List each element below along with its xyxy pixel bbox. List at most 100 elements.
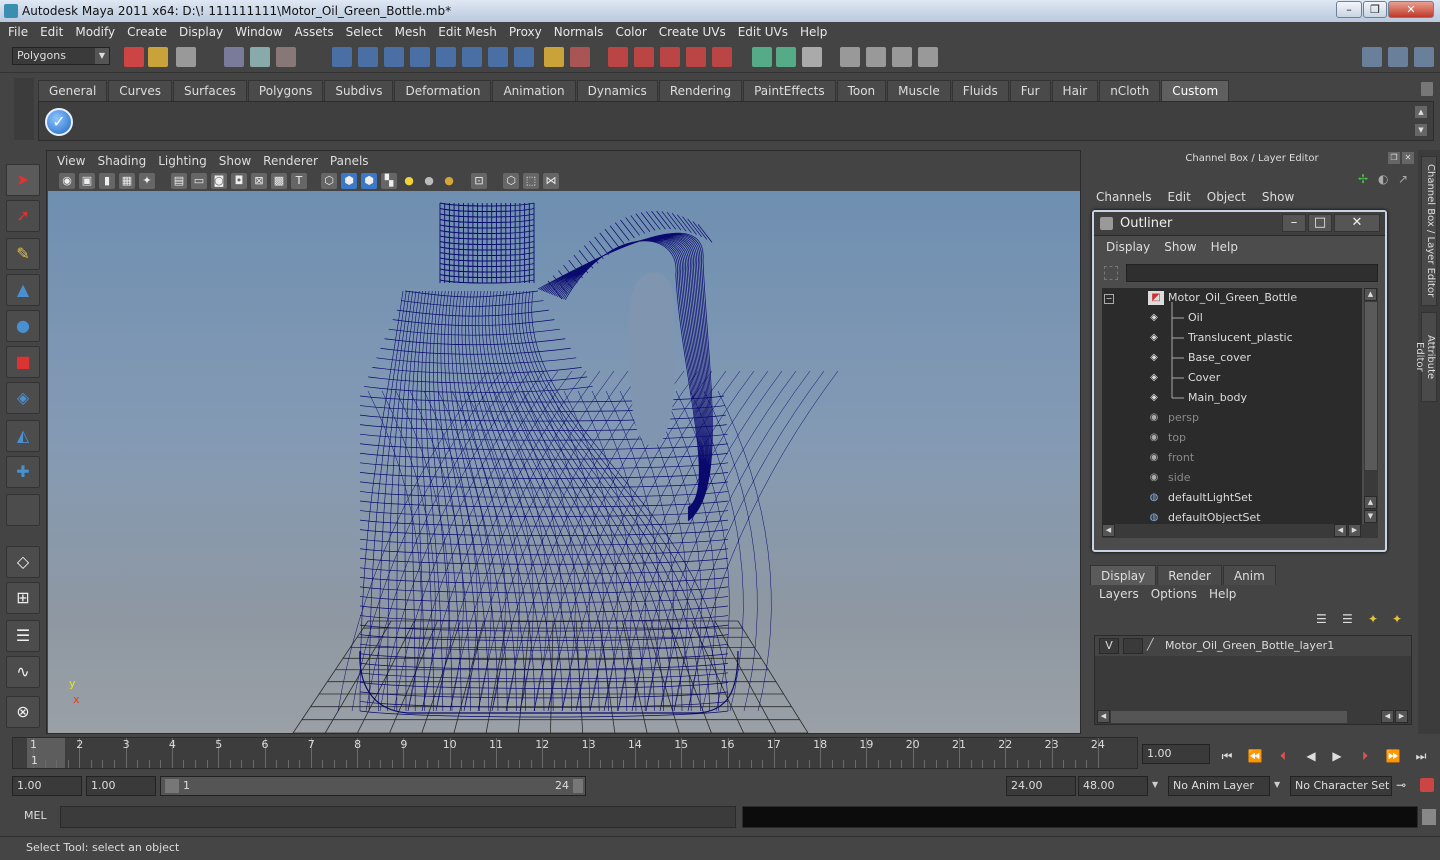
safe-title-icon[interactable]: T <box>291 173 307 189</box>
menu-select[interactable]: Select <box>342 25 391 39</box>
construction-icon[interactable] <box>488 47 508 67</box>
menu-create-uvs[interactable]: Create UVs <box>655 25 734 39</box>
layer-tab-display[interactable]: Display <box>1090 565 1157 585</box>
isolate-select-icon[interactable]: ⊡ <box>471 173 487 189</box>
scroll-left-icon[interactable]: ◀ <box>1097 710 1110 723</box>
field-chart-icon[interactable]: ⊠ <box>251 173 267 189</box>
menu-set-selector[interactable]: Polygons ▼ <box>12 47 110 65</box>
clipboard-icon[interactable] <box>802 47 822 67</box>
save-scene-icon[interactable] <box>176 47 196 67</box>
maximize-button[interactable]: ❐ <box>1363 1 1387 18</box>
move-layer-down-icon[interactable]: ☰ <box>1342 612 1358 626</box>
film-gate-icon[interactable]: ▭ <box>191 173 207 189</box>
key-icon[interactable]: ⊸ <box>1396 778 1406 792</box>
time-slider[interactable]: 1 2 3 4 5 6 7 8 9 10 11 12 13 14 15 16 17 18 19 20 21 22 23 24 … <box>12 737 1138 769</box>
end-time-field[interactable]: 48.00 <box>1078 776 1148 796</box>
open-scene-icon[interactable] <box>148 47 168 67</box>
settings-icon[interactable] <box>1414 47 1434 67</box>
shelf-tab-rendering[interactable]: Rendering <box>658 80 743 101</box>
snap-grid-icon[interactable] <box>332 47 352 67</box>
menu-normals[interactable]: Normals <box>550 25 612 39</box>
play-forwards-icon[interactable]: ▶ <box>1326 745 1348 767</box>
four-pane-layout-icon[interactable]: ⊞ <box>6 582 40 614</box>
script-editor-icon[interactable] <box>1422 809 1436 825</box>
make-live-icon[interactable] <box>436 47 456 67</box>
anim-layer-dropdown[interactable]: No Anim Layer <box>1168 776 1270 796</box>
scroll-left-icon[interactable]: ◀ <box>1381 710 1394 723</box>
outliner-item[interactable]: ◍ defaultObjectSet <box>1102 508 1362 524</box>
shelf-tab-polygons[interactable]: Polygons <box>247 80 324 101</box>
layer-editor-toggle-icon[interactable] <box>918 47 938 67</box>
selection-mask-icon[interactable] <box>570 47 590 67</box>
layer-row[interactable]: V ╱ Motor_Oil_Green_Bottle_layer1 <box>1095 636 1411 656</box>
menu-modify[interactable]: Modify <box>71 25 123 39</box>
layer-visibility-toggle[interactable]: V <box>1099 638 1119 654</box>
shadows-icon[interactable]: ● <box>441 173 457 189</box>
shelf-tab-custom[interactable]: Custom <box>1161 80 1230 101</box>
outliner-horizontal-scrollbar[interactable]: ◀ ◀ ▶ <box>1102 524 1378 538</box>
shelf-tab-dynamics[interactable]: Dynamics <box>576 80 658 101</box>
channel-menu-show[interactable]: Show <box>1254 190 1302 210</box>
outliner-layout-icon[interactable]: ☰ <box>6 620 40 652</box>
minimize-button[interactable]: – <box>1336 1 1362 18</box>
outliner-menu-display[interactable]: Display <box>1094 240 1157 260</box>
menu-edit-mesh[interactable]: Edit Mesh <box>434 25 505 39</box>
step-back-key-icon[interactable]: ⏴ <box>1272 745 1294 767</box>
wireframe-on-shaded-icon[interactable]: ⬢ <box>361 173 377 189</box>
help-icon[interactable] <box>514 47 534 67</box>
character-set-dropdown[interactable]: No Character Set <box>1290 776 1392 796</box>
scroll-up-icon[interactable]: ▲ <box>1364 496 1377 509</box>
custom-script-check-icon[interactable]: ✓ <box>45 108 73 136</box>
single-pane-layout-icon[interactable]: ◇ <box>6 546 40 578</box>
scroll-down-icon[interactable]: ▼ <box>1364 510 1377 523</box>
new-scene-icon[interactable] <box>124 47 144 67</box>
shelf-tab-hair[interactable]: Hair <box>1051 80 1099 101</box>
viewport-menu-view[interactable]: View <box>51 154 91 168</box>
smooth-shade-icon[interactable]: ⬢ <box>341 173 357 189</box>
play-backwards-icon[interactable]: ◀ <box>1300 745 1322 767</box>
grid-toggle-icon[interactable]: ▤ <box>171 173 187 189</box>
input-line-icon[interactable] <box>752 47 772 67</box>
menu-assets[interactable]: Assets <box>291 25 342 39</box>
viewport-menu-shading[interactable]: Shading <box>91 154 152 168</box>
panel-layout-icon[interactable] <box>1362 47 1382 67</box>
move-tool-icon[interactable]: ▲ <box>6 274 40 306</box>
lasso-tool-icon[interactable]: ➚ <box>6 200 40 232</box>
menu-color[interactable]: Color <box>611 25 654 39</box>
close-button[interactable]: ✕ <box>1388 1 1434 18</box>
channel-menu-object[interactable]: Object <box>1199 190 1254 210</box>
scroll-left-icon[interactable]: ◀ <box>1334 524 1347 537</box>
outliner-close-button[interactable]: ✕ <box>1334 214 1380 232</box>
viewport-menu-panels[interactable]: Panels <box>324 154 375 168</box>
close-panel-icon[interactable]: ✕ <box>1402 152 1414 164</box>
side-tab-channel-box[interactable]: Channel Box / Layer Editor <box>1421 156 1437 306</box>
outliner-menu-help[interactable]: Help <box>1204 240 1245 260</box>
menu-help[interactable]: Help <box>796 25 835 39</box>
step-forward-frame-icon[interactable]: ⏩ <box>1382 745 1404 767</box>
outliner-item[interactable]: ◉ persp <box>1102 408 1362 428</box>
all-lights-icon[interactable]: ● <box>421 173 437 189</box>
range-slider[interactable]: 1 24 <box>160 776 586 796</box>
safe-action-icon[interactable]: ▩ <box>271 173 287 189</box>
layer-color-icon[interactable]: ╱ <box>1147 638 1163 654</box>
shelf-tab-painteffects[interactable]: PaintEffects <box>743 80 836 101</box>
menu-edit[interactable]: Edit <box>36 25 71 39</box>
shelf-tab-surfaces[interactable]: Surfaces <box>172 80 247 101</box>
menu-window[interactable]: Window <box>231 25 290 39</box>
soft-modification-icon[interactable]: ◭ <box>6 420 40 452</box>
outliner-vertical-scrollbar[interactable]: ▲ ▲ ▼ <box>1364 288 1378 524</box>
select-tool-icon[interactable]: ➤ <box>6 164 40 196</box>
go-to-end-icon[interactable]: ⏭ <box>1410 745 1432 767</box>
resolution-gate-icon[interactable]: ◙ <box>211 173 227 189</box>
custom-layout-icon[interactable]: ⊗ <box>6 696 40 728</box>
select-component-icon[interactable] <box>276 47 296 67</box>
shelf-tab-fur[interactable]: Fur <box>1009 80 1051 101</box>
select-object-icon[interactable] <box>250 47 270 67</box>
viewport-menu-lighting[interactable]: Lighting <box>152 154 213 168</box>
snap-curve-icon[interactable] <box>358 47 378 67</box>
go-to-start-icon[interactable]: ⏮ <box>1216 745 1238 767</box>
manipulator-icon[interactable]: ✢ <box>1358 172 1372 186</box>
new-empty-layer-icon[interactable]: ✦ <box>1368 612 1384 626</box>
rename-icon[interactable] <box>776 47 796 67</box>
playback-end-field[interactable]: 24.00 <box>1006 776 1076 796</box>
